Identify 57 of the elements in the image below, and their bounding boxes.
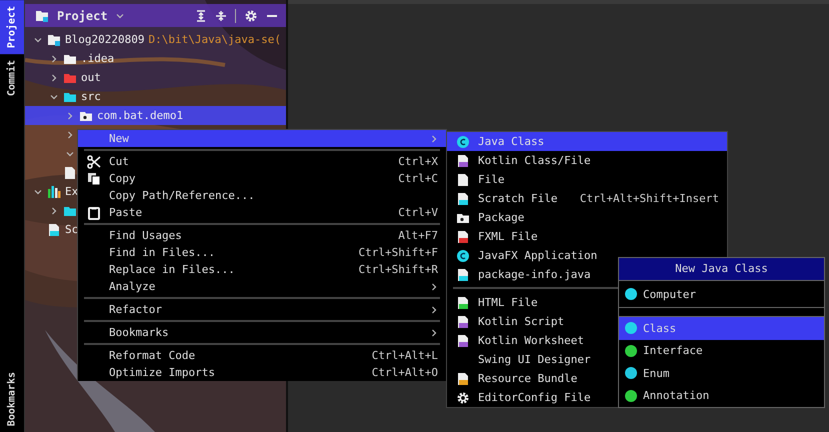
clipboard-icon	[86, 206, 100, 220]
menu-item[interactable]: Find in Files... Ctrl+Shift+F	[78, 244, 446, 261]
expand-all-icon[interactable]	[195, 10, 207, 22]
menu-item[interactable]: Java Class	[447, 132, 727, 151]
tree-item[interactable]: out	[81, 71, 101, 84]
menu-item[interactable]: File	[447, 170, 727, 189]
menu-item[interactable]: Scratch File Ctrl+Alt+Shift+Insert	[447, 189, 727, 208]
tool-window-tab[interactable]: Bookmarks	[0, 366, 24, 432]
tree-item[interactable]: Sc	[65, 223, 78, 236]
menu-item[interactable]: Bookmarks	[78, 324, 446, 341]
tree-item[interactable]: src	[81, 90, 101, 103]
project-path: D:\bit\Java\java-se(	[148, 33, 281, 46]
menu-item[interactable]: Package	[447, 208, 727, 227]
menu-item[interactable]: Paste Ctrl+V	[78, 204, 446, 221]
tree-item[interactable]: .idea	[81, 52, 114, 65]
file-icon	[456, 314, 470, 328]
gear-icon	[244, 8, 258, 22]
menu-item[interactable]: Copy Ctrl+C	[78, 170, 446, 187]
class-icon	[456, 134, 470, 148]
menu-item[interactable]: FXML File	[447, 227, 727, 246]
class-name-field[interactable]: Computer	[643, 288, 793, 300]
menu-item[interactable]: New	[78, 130, 446, 147]
menu-item[interactable]: Analyze	[78, 278, 446, 295]
dropdown-icon[interactable]	[116, 12, 124, 20]
file-icon	[456, 296, 470, 310]
file-icon	[456, 172, 470, 186]
menu-item[interactable]: Copy Path/Reference...	[78, 187, 446, 204]
menu-item[interactable]: Kotlin Class/File	[447, 151, 727, 170]
class-icon	[456, 248, 470, 262]
copy-icon	[86, 172, 100, 186]
menu-item[interactable]: Cut Ctrl+X	[78, 153, 446, 170]
popup-title: New Java Class	[619, 258, 824, 281]
file-icon	[456, 154, 470, 168]
kind-option[interactable]: Annotation	[619, 384, 824, 407]
menu-item[interactable]: Reformat Code Ctrl+Alt+L	[78, 347, 446, 364]
file-icon	[456, 268, 470, 282]
menu-item[interactable]: Replace in Files... Ctrl+Shift+R	[78, 261, 446, 278]
kind-option[interactable]: Interface	[619, 340, 824, 362]
tree-item[interactable]: Ex	[65, 185, 78, 198]
file-icon	[456, 230, 470, 244]
tool-window-tab[interactable]: Commit	[0, 54, 24, 102]
menu-item[interactable]: Refactor	[78, 301, 446, 318]
menu-item[interactable]: Find Usages Alt+F7	[78, 227, 446, 244]
library-icon	[47, 184, 61, 198]
tree-item[interactable]: Blog20220809	[65, 33, 144, 46]
collapse-all-icon[interactable]	[215, 10, 227, 22]
tool-window-tab[interactable]: Project	[0, 0, 24, 54]
kind-option[interactable]: Enum	[619, 362, 824, 384]
kind-option[interactable]: Class	[619, 317, 824, 340]
scissors-icon	[86, 154, 100, 168]
file-icon	[456, 334, 470, 348]
file-icon	[456, 372, 470, 386]
panel-title[interactable]: Project	[57, 8, 108, 22]
file-icon	[456, 192, 470, 206]
menu-item[interactable]: Optimize Imports Ctrl+Alt+O	[78, 364, 446, 381]
gear-icon	[456, 390, 470, 404]
module-icon	[35, 8, 49, 22]
